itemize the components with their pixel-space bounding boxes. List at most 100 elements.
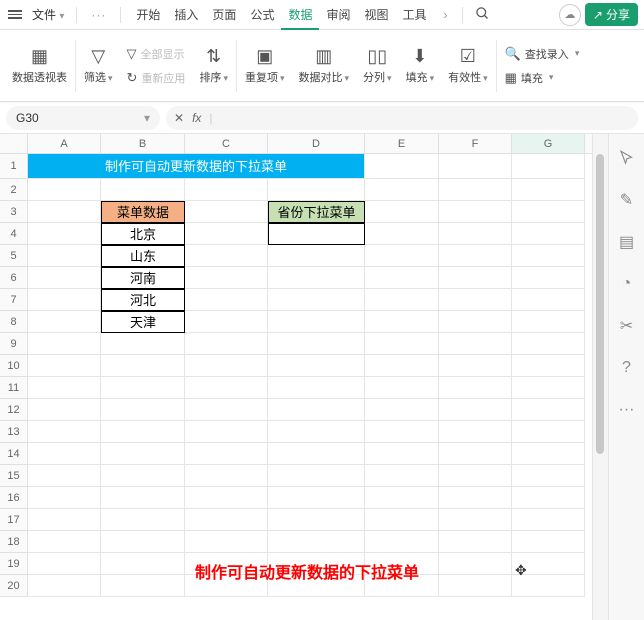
row-header[interactable]: 4	[0, 223, 28, 245]
tab-数据[interactable]: 数据	[281, 0, 319, 30]
cell[interactable]	[268, 333, 365, 355]
col-header-C[interactable]: C	[185, 134, 268, 153]
more-icon[interactable]: ···	[617, 400, 637, 420]
cell[interactable]	[28, 443, 101, 465]
cell[interactable]	[28, 575, 101, 597]
tab-工具[interactable]: 工具	[396, 0, 434, 30]
title-cell[interactable]: 制作可自动更新数据的下拉菜单	[28, 154, 365, 179]
cell[interactable]: 省份下拉菜单	[268, 201, 365, 223]
cell[interactable]	[28, 355, 101, 377]
cell[interactable]	[365, 179, 439, 201]
cell[interactable]	[268, 487, 365, 509]
spreadsheet-grid[interactable]: ABCDEFG 1制作可自动更新数据的下拉菜单23菜单数据省份下拉菜单4北京5山…	[0, 134, 592, 620]
sort-button[interactable]: ⇅ 排序▾	[199, 46, 228, 85]
cell[interactable]	[512, 399, 585, 421]
cell[interactable]	[185, 355, 268, 377]
fill2-button[interactable]: ▦填充▾	[505, 68, 554, 88]
cell[interactable]	[28, 377, 101, 399]
row-header[interactable]: 10	[0, 355, 28, 377]
cell[interactable]	[268, 399, 365, 421]
cell[interactable]	[268, 421, 365, 443]
cell[interactable]	[185, 443, 268, 465]
cell[interactable]	[512, 333, 585, 355]
tab-页面[interactable]: 页面	[205, 0, 243, 30]
cell[interactable]	[185, 421, 268, 443]
cell[interactable]: 河南	[101, 267, 185, 289]
row-header[interactable]: 13	[0, 421, 28, 443]
cell[interactable]	[185, 333, 268, 355]
cell[interactable]	[512, 223, 585, 245]
cell[interactable]	[268, 509, 365, 531]
cell[interactable]	[28, 179, 101, 201]
tab-审阅[interactable]: 审阅	[319, 0, 357, 30]
cell[interactable]	[28, 509, 101, 531]
cell[interactable]: 北京	[101, 223, 185, 245]
filter-button[interactable]: ▽ 筛选▾	[84, 46, 113, 85]
row-header[interactable]: 17	[0, 509, 28, 531]
cell[interactable]	[439, 245, 512, 267]
cell[interactable]	[439, 355, 512, 377]
cell[interactable]	[185, 267, 268, 289]
backup-icon[interactable]: ◔	[617, 274, 637, 294]
cell[interactable]	[268, 355, 365, 377]
cell[interactable]	[268, 179, 365, 201]
cell[interactable]	[185, 223, 268, 245]
cell[interactable]	[185, 289, 268, 311]
cell[interactable]	[365, 487, 439, 509]
cell[interactable]	[28, 465, 101, 487]
row-header[interactable]: 2	[0, 179, 28, 201]
cell[interactable]	[512, 487, 585, 509]
cell[interactable]	[185, 311, 268, 333]
cell[interactable]	[512, 311, 585, 333]
row-header[interactable]: 12	[0, 399, 28, 421]
cell[interactable]	[28, 289, 101, 311]
cell[interactable]	[101, 443, 185, 465]
cell[interactable]	[268, 443, 365, 465]
cell[interactable]	[439, 377, 512, 399]
cell[interactable]	[28, 245, 101, 267]
row-header[interactable]: 3	[0, 201, 28, 223]
cell[interactable]	[439, 575, 512, 597]
properties-icon[interactable]: ▤	[617, 232, 637, 252]
cell[interactable]	[512, 509, 585, 531]
cell[interactable]	[365, 377, 439, 399]
cell[interactable]	[439, 154, 512, 179]
row-header[interactable]: 8	[0, 311, 28, 333]
cell[interactable]	[439, 509, 512, 531]
row-header[interactable]: 9	[0, 333, 28, 355]
cell[interactable]	[512, 443, 585, 465]
cell[interactable]	[365, 531, 439, 553]
cell[interactable]	[439, 421, 512, 443]
cell[interactable]	[365, 201, 439, 223]
cell[interactable]	[365, 311, 439, 333]
col-header-D[interactable]: D	[268, 134, 365, 153]
cell[interactable]	[439, 311, 512, 333]
cell[interactable]	[512, 245, 585, 267]
cell[interactable]	[28, 223, 101, 245]
vertical-scrollbar[interactable]	[592, 134, 608, 620]
cell[interactable]	[28, 333, 101, 355]
row-header[interactable]: 14	[0, 443, 28, 465]
help-icon[interactable]: ?	[617, 358, 637, 378]
cell[interactable]	[512, 531, 585, 553]
cell[interactable]	[512, 377, 585, 399]
cell[interactable]	[101, 355, 185, 377]
cell[interactable]	[28, 531, 101, 553]
col-header-F[interactable]: F	[439, 134, 512, 153]
row-header[interactable]: 1	[0, 154, 28, 179]
tab-开始[interactable]: 开始	[129, 0, 167, 30]
cell[interactable]	[185, 399, 268, 421]
cell[interactable]	[365, 399, 439, 421]
cell[interactable]	[268, 223, 365, 245]
row-header[interactable]: 7	[0, 289, 28, 311]
col-header-G[interactable]: G	[512, 134, 585, 153]
cell[interactable]	[101, 421, 185, 443]
cell[interactable]	[439, 531, 512, 553]
cell[interactable]	[365, 154, 439, 179]
app-menu-icon[interactable]	[6, 10, 24, 19]
select-all-corner[interactable]	[0, 134, 28, 153]
row-header[interactable]: 11	[0, 377, 28, 399]
name-box[interactable]: G30 ▾	[6, 106, 160, 130]
file-menu[interactable]: 文件 ▾	[28, 6, 68, 23]
cell[interactable]	[439, 179, 512, 201]
